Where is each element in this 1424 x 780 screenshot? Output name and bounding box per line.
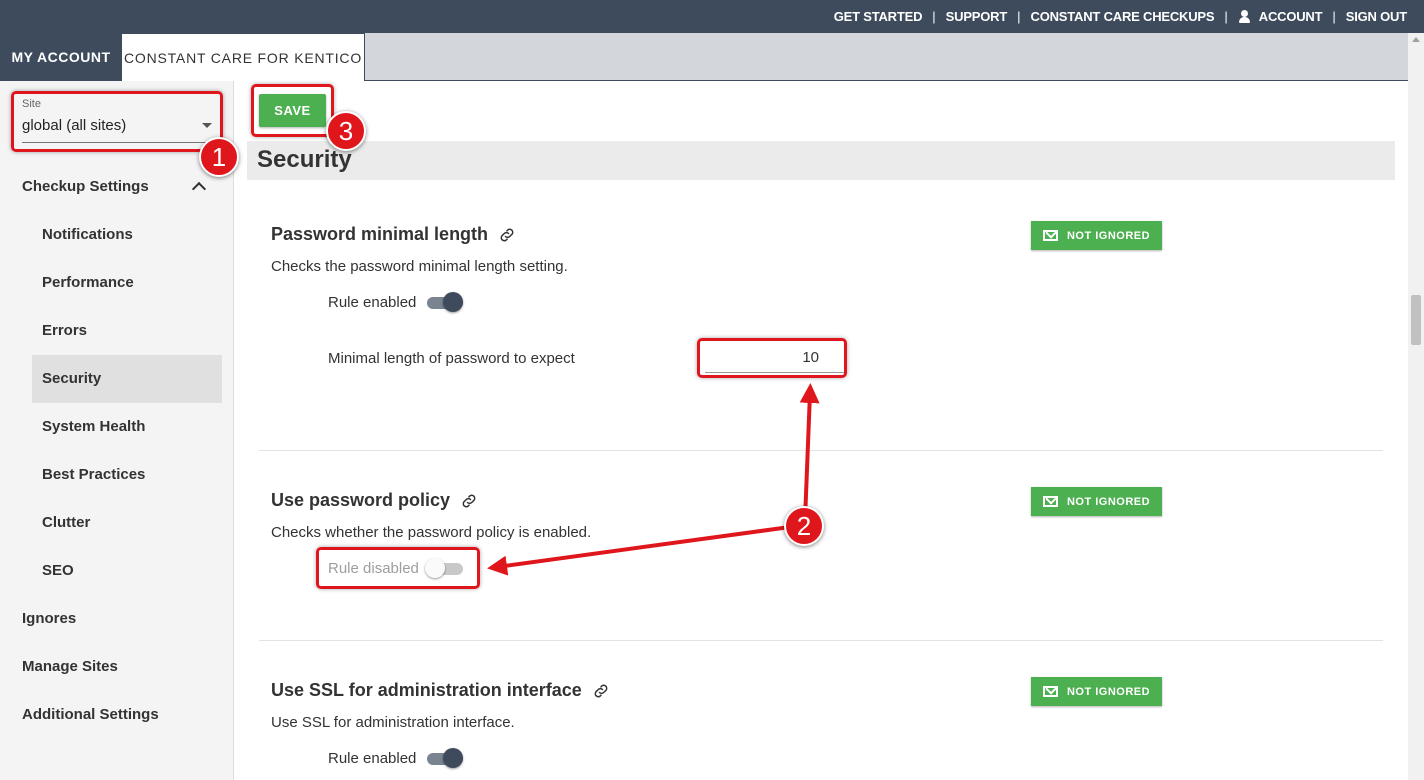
tab-constant-care-for-kentico[interactable]: CONSTANT CARE FOR KENTICO	[122, 33, 365, 81]
constant-care-checkups-link[interactable]: CONSTANT CARE CHECKUPS	[1024, 9, 1222, 24]
sidebar-item-best-practices[interactable]: Best Practices	[42, 466, 145, 483]
nav-separator: |	[1224, 9, 1228, 24]
link-icon[interactable]	[498, 226, 516, 244]
rule-title-password-minimal-length: Password minimal length	[271, 224, 516, 245]
mail-icon	[1042, 230, 1058, 241]
annotation-marker-2: 2	[784, 506, 824, 546]
sidebar-item-performance[interactable]: Performance	[42, 274, 134, 291]
user-icon	[1238, 10, 1251, 23]
not-ignored-button[interactable]: NOT IGNORED	[1031, 677, 1162, 706]
sidebar-item-errors[interactable]: Errors	[42, 322, 87, 339]
page-scrollbar[interactable]	[1408, 33, 1424, 780]
nav-separator: |	[1332, 9, 1336, 24]
main-content: SAVE Security Password minimal length Ch…	[235, 81, 1408, 780]
account-label: ACCOUNT	[1258, 9, 1323, 24]
sidebar-item-seo[interactable]: SEO	[42, 562, 74, 579]
rule-description: Checks the password minimal length setti…	[271, 258, 568, 275]
rule-enabled-toggle[interactable]	[425, 747, 465, 769]
annotation-box-save	[251, 84, 334, 137]
sidebar-item-ignores[interactable]: Ignores	[22, 610, 76, 627]
sidebar-item-checkup-settings[interactable]: Checkup Settings	[22, 178, 149, 195]
badge-label: NOT IGNORED	[1066, 495, 1151, 508]
rule-description: Use SSL for administration interface.	[271, 714, 515, 731]
rule-state-label: Rule enabled	[328, 750, 417, 767]
badge-label: NOT IGNORED	[1066, 229, 1151, 242]
rule-enabled-toggle[interactable]	[425, 291, 465, 313]
sidebar: Site global (all sites) Checkup Settings…	[0, 81, 234, 780]
link-icon[interactable]	[460, 492, 478, 510]
not-ignored-button[interactable]: NOT IGNORED	[1031, 487, 1162, 516]
mail-icon	[1042, 496, 1058, 507]
section-header: Security	[247, 141, 1395, 180]
sidebar-item-security[interactable]: Security	[42, 370, 101, 387]
rule-divider	[259, 640, 1383, 641]
scroll-up-arrow-icon[interactable]	[1412, 37, 1420, 42]
badge-label: NOT IGNORED	[1066, 685, 1151, 698]
account-link[interactable]: ACCOUNT	[1231, 9, 1330, 24]
tab-bar: MY ACCOUNT CONSTANT CARE FOR KENTICO	[0, 33, 1408, 81]
annotation-box-minimal-length	[697, 338, 847, 378]
chevron-up-icon[interactable]	[191, 181, 207, 197]
rule-title-use-password-policy: Use password policy	[271, 490, 478, 511]
sidebar-item-notifications[interactable]: Notifications	[42, 226, 133, 243]
rule-divider	[259, 450, 1383, 451]
rule-title-text: Use password policy	[271, 490, 451, 510]
top-navigation: GET STARTED | SUPPORT | CONSTANT CARE CH…	[0, 0, 1424, 33]
sign-out-link[interactable]: SIGN OUT	[1339, 9, 1414, 24]
sidebar-item-additional-settings[interactable]: Additional Settings	[22, 706, 159, 723]
get-started-link[interactable]: GET STARTED	[827, 9, 930, 24]
rule-state-label: Rule enabled	[328, 294, 417, 311]
annotation-box-rule-disabled	[316, 547, 480, 589]
support-link[interactable]: SUPPORT	[939, 9, 1014, 24]
nav-separator: |	[932, 9, 936, 24]
not-ignored-button[interactable]: NOT IGNORED	[1031, 221, 1162, 250]
rule-description: Checks whether the password policy is en…	[271, 524, 592, 541]
mail-icon	[1042, 686, 1058, 697]
sidebar-item-clutter[interactable]: Clutter	[42, 514, 90, 531]
scrollbar-thumb[interactable]	[1411, 295, 1421, 345]
sidebar-item-system-health[interactable]: System Health	[42, 418, 145, 435]
minimal-length-label: Minimal length of password to expect	[328, 350, 575, 367]
annotation-marker-1: 1	[199, 137, 239, 177]
nav-separator: |	[1017, 9, 1021, 24]
section-title: Security	[257, 146, 352, 173]
tab-my-account[interactable]: MY ACCOUNT	[0, 33, 122, 81]
annotation-box-site-select	[11, 91, 223, 152]
annotation-marker-3: 3	[326, 111, 366, 151]
sidebar-item-manage-sites[interactable]: Manage Sites	[22, 658, 118, 675]
rule-title-use-ssl: Use SSL for administration interface	[271, 680, 610, 701]
link-icon[interactable]	[592, 682, 610, 700]
rule-title-text: Use SSL for administration interface	[271, 680, 582, 700]
rule-title-text: Password minimal length	[271, 224, 489, 244]
